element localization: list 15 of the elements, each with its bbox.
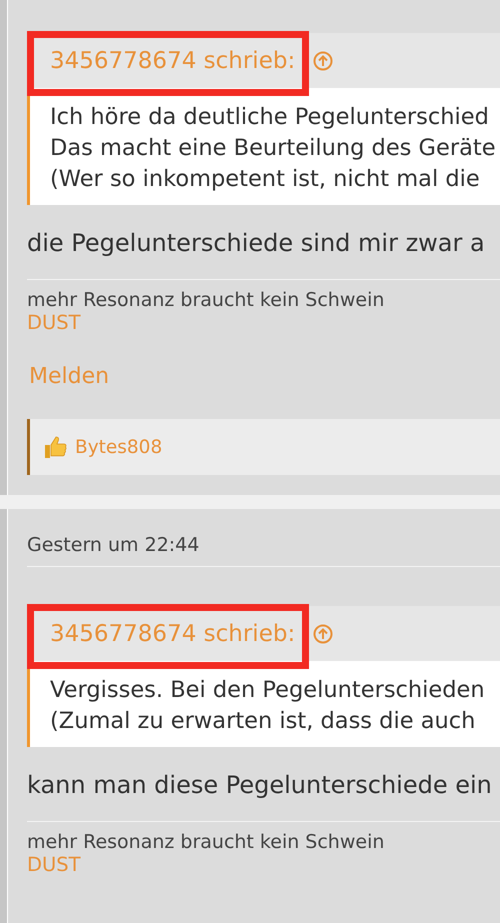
signature-text: mehr Resonanz braucht kein Schwein bbox=[27, 830, 386, 853]
post-text: kann man diese Pegelunterschiede ein bbox=[27, 747, 500, 822]
post-text: die Pegelunterschiede sind mir zwar a bbox=[27, 205, 500, 280]
quote-text-line: Ich höre da deutliche Pegelunterschied bbox=[50, 103, 490, 132]
report-link[interactable]: Melden bbox=[29, 364, 110, 389]
quote-text-line: Vergisses. Bei den Pegelunterschieden bbox=[50, 676, 486, 705]
signature-text: mehr Resonanz braucht kein Schwein bbox=[27, 288, 386, 311]
thumbs-up-icon bbox=[43, 434, 67, 460]
signature-name: DUST bbox=[27, 311, 82, 334]
liker-name[interactable]: Bytes808 bbox=[75, 436, 162, 458]
quote-text-line: (Zumal zu erwarten ist, dass die auch bbox=[50, 707, 476, 736]
quote-text-line: (Wer so inkompetent ist, nicht mal die bbox=[50, 165, 481, 194]
quote-text-line: Das macht eine Beurteilung des Geräte bbox=[50, 134, 497, 163]
post-timestamp: Gestern um 22:44 bbox=[27, 509, 500, 567]
signature-name: DUST bbox=[27, 853, 82, 876]
